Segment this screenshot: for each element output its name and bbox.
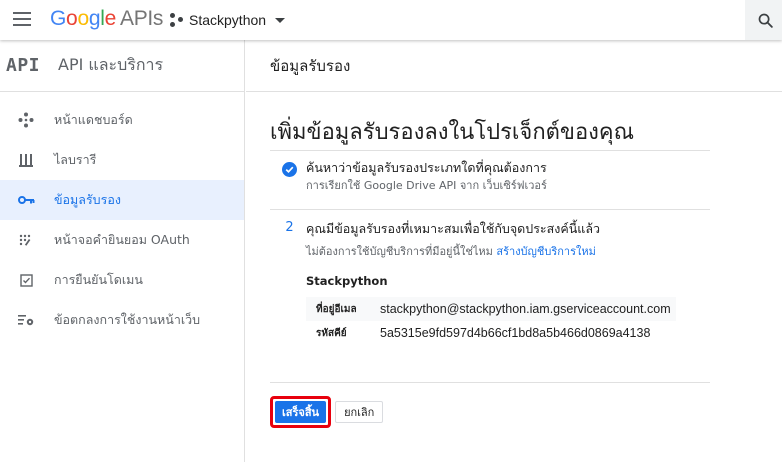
project-name: Stackpython	[189, 12, 267, 28]
section-title: ข้อมูลรับรอง	[270, 56, 351, 75]
step-number: 2	[285, 220, 294, 235]
detail-value: 5a5315e9fd597d4b66cf1bd8a5b466d0869a4138	[380, 326, 651, 340]
key-icon	[0, 195, 50, 205]
sidebar-header: API API และบริการ	[0, 40, 244, 92]
wizard-step-2: 2 คุณมีข้อมูลรับรองที่เหมาะสมเพื่อใช้กับ…	[270, 210, 734, 345]
create-service-account-link[interactable]: สร้างบัญชีบริการใหม่	[496, 245, 596, 258]
project-dots-icon	[170, 13, 184, 27]
page-settings-icon	[0, 313, 50, 327]
wizard-actions: เสร็จสิ้น ยกเลิก	[270, 396, 384, 428]
step-1-body: ค้นหาว่าข้อมูลรับรองประเภทใดที่คุณต้องกา…	[306, 159, 547, 209]
step-2-subtitle: ไม่ต้องการใช้บัญชีบริการที่มีอยู่นี้ใช่ไ…	[306, 245, 596, 258]
top-app-bar: Google APIs Stackpython	[0, 0, 782, 40]
dashboard-icon	[0, 112, 50, 128]
step-2-title: คุณมีข้อมูลรับรองที่เหมาะสมเพื่อใช้กับจุ…	[306, 221, 601, 236]
oauth-consent-icon	[0, 233, 50, 247]
step-2-body: คุณมีข้อมูลรับรองที่เหมาะสมเพื่อใช้กับจุ…	[306, 220, 676, 345]
cancel-button[interactable]: ยกเลิก	[335, 401, 384, 423]
library-icon	[0, 153, 50, 167]
detail-row-email: ที่อยู่อีเมล stackpython@stackpython.iam…	[306, 297, 676, 321]
wizard-step-1[interactable]: ค้นหาว่าข้อมูลรับรองประเภทใดที่คุณต้องกา…	[270, 151, 734, 209]
sidebar-item-dashboard[interactable]: หน้าแดชบอร์ด	[0, 100, 244, 140]
step-1-title: ค้นหาว่าข้อมูลรับรองประเภทใดที่คุณต้องกา…	[306, 160, 547, 175]
service-account-name: Stackpython	[306, 274, 388, 288]
page-title: เพิ่มข้อมูลรับรองลงในโปรเจ็กต์ของคุณ	[270, 120, 635, 145]
sidebar: API API และบริการ หน้าแดชบอร์ด ไลบรารี ข…	[0, 40, 245, 462]
domain-check-icon	[0, 273, 50, 287]
detail-key: ที่อยู่อีเมล	[316, 303, 357, 315]
highlight-box: เสร็จสิ้น	[270, 396, 332, 428]
main-header: ข้อมูลรับรอง	[246, 40, 782, 92]
project-selector[interactable]: Stackpython	[170, 10, 286, 30]
sidebar-item-library[interactable]: ไลบรารี	[0, 140, 244, 180]
sidebar-item-credentials[interactable]: ข้อมูลรับรอง	[0, 180, 244, 220]
main-content: ข้อมูลรับรอง เพิ่มข้อมูลรับรองลงในโปรเจ็…	[246, 40, 782, 462]
detail-key: รหัสคีย์	[316, 327, 347, 339]
divider	[270, 382, 710, 383]
sidebar-item-page-usage[interactable]: ข้อตกลงการใช้งานหน้าเว็บ	[0, 300, 244, 340]
credentials-wizard: เพิ่มข้อมูลรับรองลงในโปรเจ็กต์ของคุณ ค้น…	[246, 114, 734, 428]
chevron-down-icon	[275, 17, 286, 23]
sidebar-title: API และบริการ	[58, 55, 164, 74]
detail-value: stackpython@stackpython.iam.gserviceacco…	[380, 302, 671, 316]
search-button[interactable]	[745, 0, 782, 40]
service-account-details: ที่อยู่อีเมล stackpython@stackpython.iam…	[306, 297, 676, 345]
done-button[interactable]: เสร็จสิ้น	[275, 401, 327, 423]
sidebar-item-domain-verification[interactable]: การยืนยันโดเมน	[0, 260, 244, 300]
step-1-subtitle: การเรียกใช้ Google Drive API จาก เว็บเซิ…	[306, 179, 547, 192]
sidebar-item-oauth-consent[interactable]: หน้าจอคำยินยอม OAuth	[0, 220, 244, 260]
sidebar-nav: หน้าแดชบอร์ด ไลบรารี ข้อมูลรับรอง หน้าจอ…	[0, 92, 244, 340]
api-logo: API	[6, 55, 41, 76]
detail-row-key-id: รหัสคีย์ 5a5315e9fd597d4b66cf1bd8a5b466d…	[306, 321, 676, 345]
search-icon	[758, 13, 773, 28]
check-circle-icon	[282, 162, 297, 177]
google-apis-logo[interactable]: Google APIs	[50, 7, 163, 31]
main-menu-icon[interactable]	[13, 12, 31, 26]
